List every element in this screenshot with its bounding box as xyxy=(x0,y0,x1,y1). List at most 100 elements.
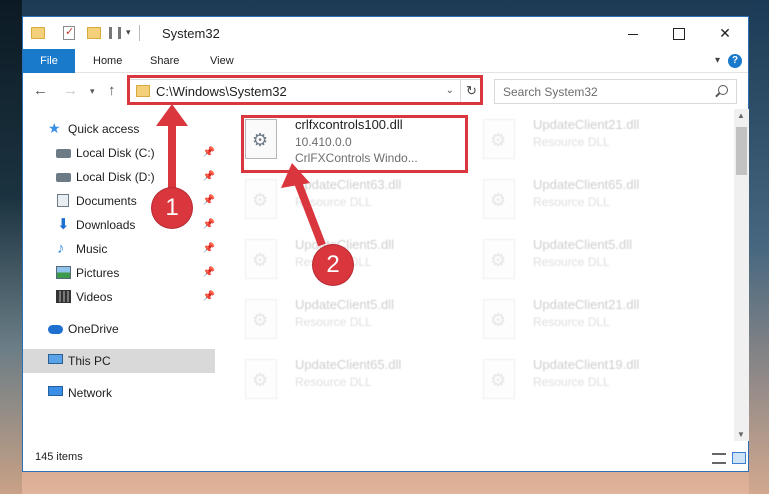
forward-button[interactable]: → xyxy=(63,82,78,99)
this-pc-icon xyxy=(48,354,63,364)
sidebar-item-onedrive[interactable]: OneDrive xyxy=(23,317,215,341)
back-button[interactable]: ← xyxy=(33,82,48,99)
file-type: Resource DLL xyxy=(533,255,610,269)
file-item[interactable]: UpdateClient5.dll Resource DLL xyxy=(477,233,703,291)
pin-icon[interactable]: 📌 xyxy=(203,141,215,165)
file-type: Resource DLL xyxy=(533,135,610,149)
file-name: UpdateClient63.dll xyxy=(295,177,402,192)
recent-locations-button[interactable]: ▾ xyxy=(90,86,95,97)
pin-icon[interactable]: 📌 xyxy=(203,165,215,189)
dll-file-icon xyxy=(245,119,277,159)
sidebar-item-music[interactable]: ♪ Music 📌 xyxy=(23,237,215,261)
pin-icon[interactable]: 📌 xyxy=(203,261,215,285)
address-bar[interactable]: C:\Windows\System32 ⌄ ↻ xyxy=(129,79,483,104)
pictures-icon xyxy=(56,266,71,279)
scrollbar-thumb[interactable] xyxy=(736,127,747,175)
file-name: crlfxcontrols100.dll xyxy=(295,117,403,132)
file-description: CrlFXControls Windo... xyxy=(295,151,418,165)
videos-icon xyxy=(56,290,71,303)
sidebar-item-quick-access[interactable]: ★ Quick access xyxy=(23,117,215,141)
scroll-down-icon[interactable]: ▼ xyxy=(737,430,745,439)
minimize-button[interactable] xyxy=(610,17,656,49)
file-explorer-window: ▾ System32 ✕ File Home Share View ▾ ? ← … xyxy=(22,16,749,472)
tab-file[interactable]: File xyxy=(23,49,75,73)
file-type: Resource DLL xyxy=(533,375,610,389)
properties-icon[interactable] xyxy=(63,25,75,40)
expand-ribbon-icon[interactable]: ▾ xyxy=(715,55,720,66)
file-type: Resource DLL xyxy=(295,195,372,209)
sidebar-item-label: OneDrive xyxy=(68,322,119,336)
pin-icon[interactable]: 📌 xyxy=(203,189,215,213)
sidebar-item-label: Network xyxy=(68,386,113,400)
file-item-crlfxcontrols100[interactable]: crlfxcontrols100.dll 10.410.0.0 CrlFXCon… xyxy=(239,113,465,171)
sidebar-item-label: Downloads xyxy=(76,218,136,232)
dll-file-icon xyxy=(483,179,515,219)
file-item[interactable]: UpdateClient63.dll Resource DLL xyxy=(239,173,465,231)
file-list: crlfxcontrols100.dll 10.410.0.0 CrlFXCon… xyxy=(235,109,733,441)
file-version: 10.410.0.0 xyxy=(295,135,352,149)
step-marker-2: 2 xyxy=(313,245,353,285)
details-view-icon[interactable] xyxy=(712,453,726,464)
new-folder-icon[interactable] xyxy=(87,27,101,39)
file-item[interactable]: UpdateClient65.dll Resource DLL xyxy=(477,173,703,231)
ribbon-tabs: File Home Share View ▾ ? xyxy=(23,49,748,73)
dll-file-icon xyxy=(483,299,515,339)
file-item[interactable]: UpdateClient65.dll Resource DLL xyxy=(239,353,465,411)
up-button[interactable]: ↑ xyxy=(108,82,116,99)
file-name: UpdateClient21.dll xyxy=(533,117,640,132)
sidebar-item-local-disk-d[interactable]: Local Disk (D:) 📌 xyxy=(23,165,215,189)
sidebar-item-pictures[interactable]: Pictures 📌 xyxy=(23,261,215,285)
file-item[interactable]: UpdateClient19.dll Resource DLL xyxy=(477,353,703,411)
tab-view[interactable]: View xyxy=(198,49,246,73)
search-input[interactable]: Search System32 xyxy=(494,79,737,104)
address-path[interactable]: C:\Windows\System32 xyxy=(156,84,287,99)
close-button[interactable]: ✕ xyxy=(702,17,748,49)
help-icon[interactable]: ? xyxy=(728,54,742,68)
tab-share[interactable]: Share xyxy=(138,49,191,73)
sidebar-item-label: Local Disk (C:) xyxy=(76,146,155,160)
sidebar-item-label: Local Disk (D:) xyxy=(76,170,155,184)
desktop-wallpaper-left xyxy=(0,0,22,494)
file-type: Resource DLL xyxy=(533,315,610,329)
dll-file-icon xyxy=(245,179,277,219)
tiles-view-icon[interactable] xyxy=(732,452,746,464)
pin-icon[interactable]: 📌 xyxy=(203,213,215,237)
dll-file-icon xyxy=(245,359,277,399)
search-placeholder: Search System32 xyxy=(503,85,598,99)
pin-icon[interactable]: 📌 xyxy=(203,237,215,261)
file-item[interactable]: UpdateClient21.dll Resource DLL xyxy=(477,293,703,351)
sidebar-item-local-disk-c[interactable]: Local Disk (C:) 📌 xyxy=(23,141,215,165)
pin-icon[interactable]: 📌 xyxy=(203,285,215,309)
file-name: UpdateClient65.dll xyxy=(533,177,640,192)
download-icon: ⬇ xyxy=(57,216,70,233)
file-type: Resource DLL xyxy=(533,195,610,209)
status-bar: 145 items xyxy=(23,445,748,471)
disk-icon xyxy=(56,149,71,158)
address-dropdown-icon[interactable]: ⌄ xyxy=(446,85,454,96)
maximize-button[interactable] xyxy=(656,17,702,49)
file-name: UpdateClient5.dll xyxy=(295,297,395,312)
customize-toolbar-icon[interactable] xyxy=(109,27,121,39)
disk-icon xyxy=(56,173,71,182)
sidebar-item-network[interactable]: Network xyxy=(23,381,215,405)
file-item[interactable]: UpdateClient5.dll Resource DLL xyxy=(239,293,465,351)
sidebar-item-label: Documents xyxy=(76,194,137,208)
file-name: UpdateClient5.dll xyxy=(533,237,633,252)
chevron-down-icon[interactable]: ▾ xyxy=(126,27,131,43)
scroll-up-icon[interactable]: ▲ xyxy=(737,111,745,120)
folder-icon xyxy=(136,85,150,97)
onedrive-icon xyxy=(48,325,63,334)
sidebar-item-videos[interactable]: Videos 📌 xyxy=(23,285,215,309)
sidebar-item-this-pc[interactable]: This PC xyxy=(23,349,215,373)
title-separator xyxy=(139,25,140,41)
tab-home[interactable]: Home xyxy=(81,49,134,73)
file-item[interactable]: UpdateClient21.dll Resource DLL xyxy=(477,113,703,171)
item-count: 145 items xyxy=(35,451,83,463)
sidebar-item-label: Music xyxy=(76,242,108,256)
vertical-scrollbar[interactable]: ▲ ▼ xyxy=(734,109,749,441)
music-icon: ♪ xyxy=(57,240,65,257)
star-icon: ★ xyxy=(48,120,61,136)
address-row: ← → ▾ ↑ C:\Windows\System32 ⌄ ↻ Search S… xyxy=(23,74,748,108)
refresh-button[interactable]: ↻ xyxy=(460,80,482,103)
sidebar-item-label: Quick access xyxy=(68,122,140,136)
